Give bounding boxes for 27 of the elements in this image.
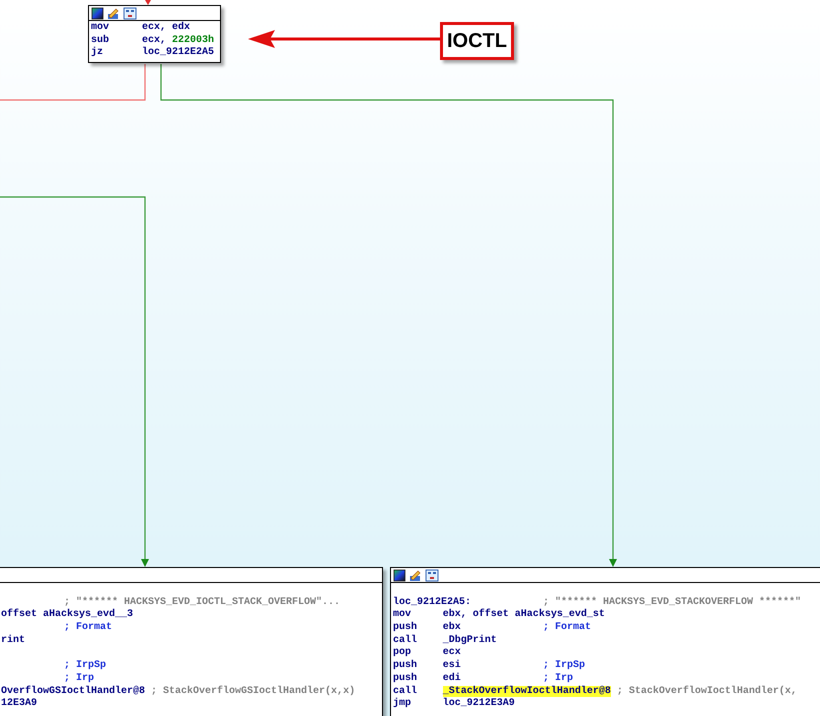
code-line: call _DbgPrint xyxy=(393,634,498,648)
code-line: loc_9212E2A5: ; "****** HACKSYS_EVD_STACKOVERFLOW ******" xyxy=(393,596,802,608)
code-line: ; Irp xyxy=(63,672,96,686)
edge-arrow xyxy=(145,0,151,5)
code-line: jz loc_9212E2A5 xyxy=(91,47,216,60)
code-line: rint xyxy=(1,634,26,648)
color-palette-icon xyxy=(92,8,104,20)
code-line: offset aHacksys_evd__3 xyxy=(1,609,134,622)
code-line: push ebx ; Format xyxy=(393,622,592,634)
pencil-chart-icon xyxy=(108,8,118,19)
code-line: mov ecx, edx xyxy=(91,22,192,34)
code-line: 12E3A9 xyxy=(1,698,38,711)
code-line: sub ecx, 222003h xyxy=(91,34,216,46)
code-line: ; Format xyxy=(63,622,114,635)
color-palette-icon xyxy=(394,570,406,582)
graph-window-icon xyxy=(124,8,136,20)
code-line: pop ecx xyxy=(393,647,462,660)
code-line: jmp loc_9212E3A9 xyxy=(393,698,516,711)
graph-window-icon xyxy=(426,570,438,582)
code-line: push edi ; Irp xyxy=(393,672,574,686)
code-line: ; IrpSp xyxy=(63,660,108,673)
code-line: mov ebx, offset aHacksys_evd_st xyxy=(393,609,606,622)
pencil-chart-icon xyxy=(410,570,420,581)
code-line: ; "****** HACKSYS_EVD_IOCTL_STACK_OVERFLOW"... xyxy=(63,596,342,608)
code-line: OverflowGSIoctlHandler@8 ; StackOverflowGSIoctlHandler(x,x) xyxy=(1,686,356,698)
callout-label: IOCTL xyxy=(440,22,514,60)
code-line: push esi ; IrpSp xyxy=(393,660,586,672)
